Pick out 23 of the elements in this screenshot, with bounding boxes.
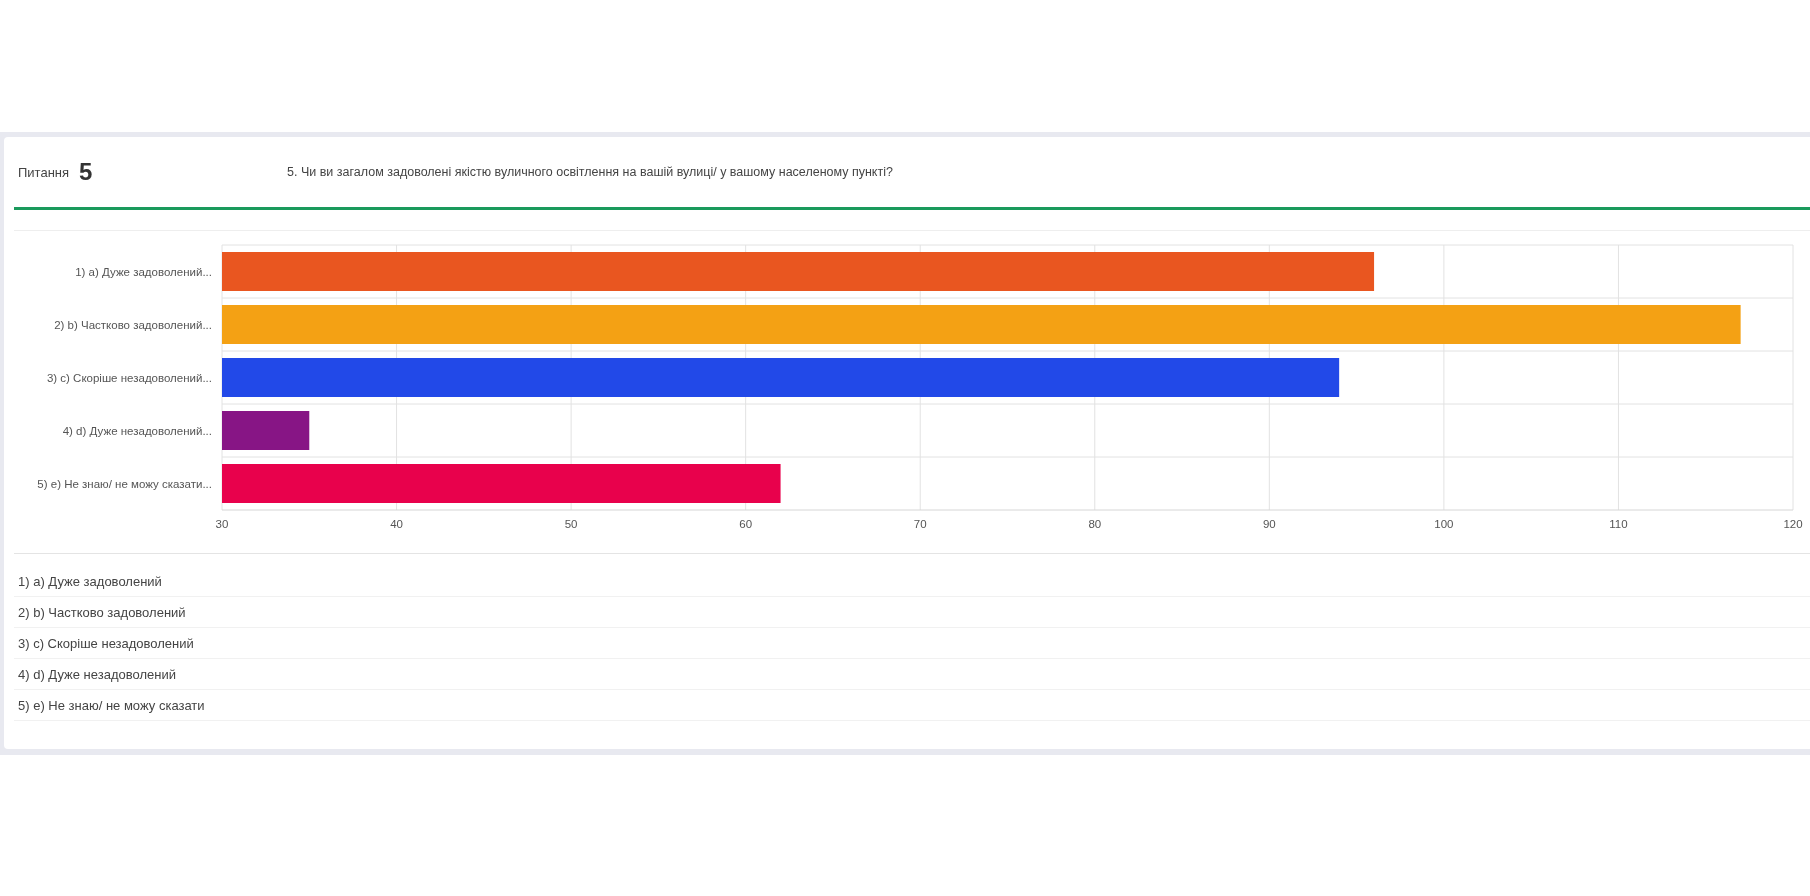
tick-label: 40 [390,518,403,530]
category-label: 1) a) Дуже задоволений... [75,265,212,278]
tick-label: 80 [1088,518,1102,530]
tick-label: 110 [1609,518,1628,530]
answer-item: 1) a) Дуже задоволений [14,566,1810,597]
category-label: 2) b) Частково задоволений... [54,318,212,331]
tick-label: 70 [913,518,927,530]
category-label: 4) d) Дуже незадоволений... [62,424,212,437]
answer-item: 3) c) Скоріше незадоволений [14,628,1810,659]
tick-label: 30 [215,518,229,530]
answer-item: 4) d) Дуже незадоволений [14,659,1810,690]
category-label: 5) e) Не знаю/ не можу сказати... [37,477,212,490]
answer-item: 5) e) Не знаю/ не можу сказати [14,690,1810,721]
question-number: 5 [79,158,94,186]
tick-label: 100 [1434,518,1454,530]
answer-item: 2) b) Частково задоволений [14,597,1810,628]
tick-label: 120 [1783,518,1803,530]
question-text: 5. Чи ви загалом задоволені якістю вуличного освітлення на вашій вулиці/ у вашому населеному пункті? [287,165,893,179]
tick-label: 90 [1262,518,1276,530]
tick-label: 60 [739,518,753,530]
category-label: 3) c) Скоріше незадоволений... [46,371,212,384]
question-label: Питання [18,164,70,180]
tick-label: 50 [564,518,578,530]
